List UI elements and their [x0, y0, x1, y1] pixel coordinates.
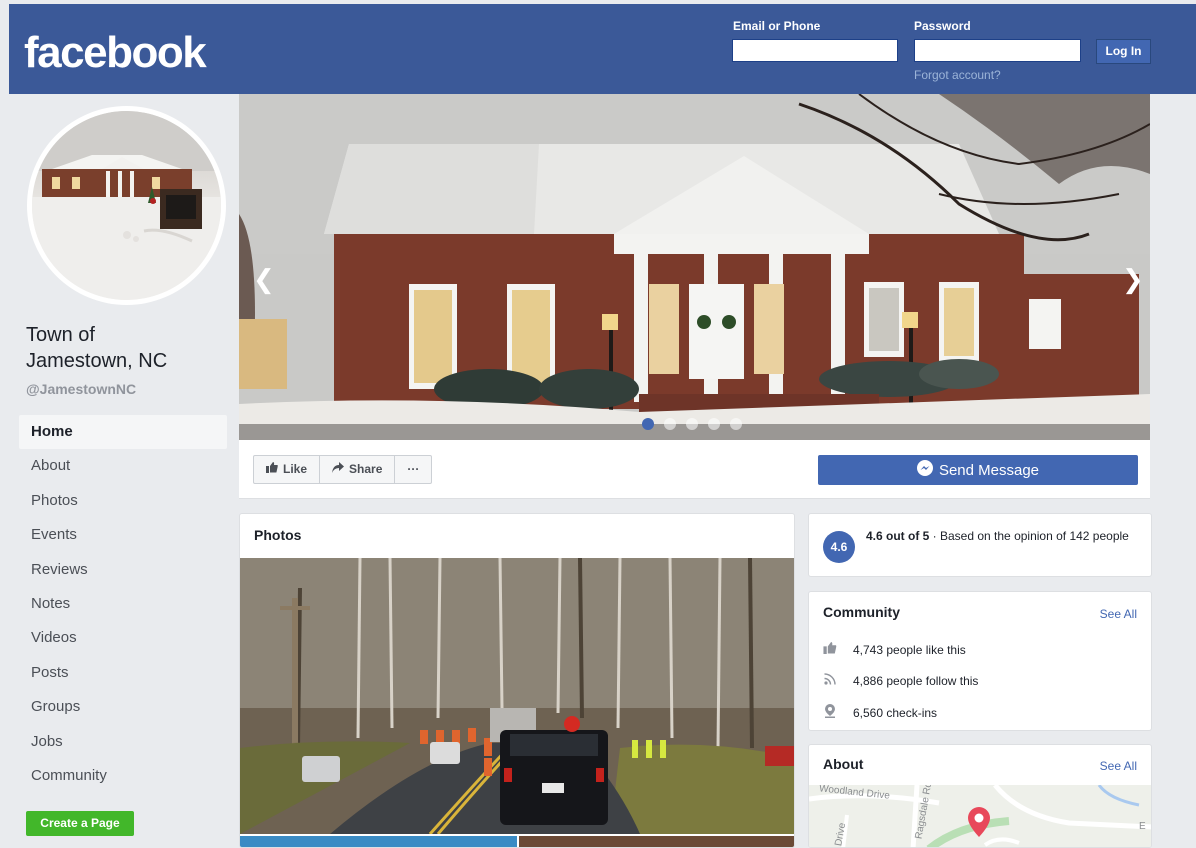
page-title: Town of Jamestown, NC: [26, 322, 167, 374]
rating-score-text: 4.6 out of 5: [866, 529, 930, 543]
cover-image: [239, 94, 1150, 440]
page-title-line1: Town of: [26, 324, 95, 346]
cover-pagination: [642, 418, 742, 430]
action-button-group: Like Share ···: [253, 455, 433, 484]
cover-dot[interactable]: [664, 418, 676, 430]
map-street-label: E: [1139, 821, 1146, 832]
community-title: Community: [823, 604, 900, 620]
map-pin-icon: [823, 704, 837, 721]
community-card: Community See All 4,743 people like this…: [808, 591, 1152, 731]
photo-thumbnail[interactable]: [519, 836, 794, 847]
location-map[interactable]: Woodland Drive Ragsdale Rd Drive E: [809, 785, 1151, 847]
email-label: Email or Phone: [733, 19, 821, 33]
page-handle[interactable]: @JamestownNC: [26, 381, 136, 397]
profile-picture[interactable]: [27, 106, 226, 305]
checkins-count-text: 6,560 check-ins: [853, 705, 938, 720]
share-label: Share: [349, 462, 383, 476]
password-field[interactable]: [914, 39, 1081, 62]
road-photo: [240, 558, 794, 834]
photo-thumbnail[interactable]: [240, 558, 794, 834]
follows-count-text: 4,886 people follow this: [853, 673, 979, 688]
map-location-pin-icon[interactable]: [967, 807, 991, 842]
nav-item-notes[interactable]: Notes: [19, 587, 227, 621]
login-button[interactable]: Log In: [1096, 39, 1151, 64]
thumbs-up-icon: [266, 456, 278, 483]
nav-item-posts[interactable]: Posts: [19, 656, 227, 690]
nav-item-videos[interactable]: Videos: [19, 621, 227, 655]
community-checkins: 6,560 check-ins: [823, 704, 937, 721]
cover-dot[interactable]: [642, 418, 654, 430]
cover-next-arrow[interactable]: ❯: [1122, 264, 1144, 295]
send-message-label: Send Message: [938, 461, 1040, 479]
rating-badge: 4.6: [823, 531, 855, 563]
nav-item-community[interactable]: Community: [19, 759, 227, 793]
page-action-bar: Like Share ··· Send Message: [239, 440, 1150, 499]
photos-card: Photos: [239, 513, 795, 848]
more-options-button[interactable]: ···: [395, 456, 431, 483]
create-page-button[interactable]: Create a Page: [26, 811, 134, 836]
thumbs-up-icon: [823, 642, 837, 657]
rating-summary[interactable]: 4.6 out of 5 · Based on the opinion of 1…: [866, 528, 1136, 545]
rss-feed-icon: [823, 673, 837, 688]
about-see-all-link[interactable]: See All: [1100, 759, 1137, 773]
rating-basis-text: · Based on the opinion of 142 people: [929, 529, 1129, 543]
like-label: Like: [283, 462, 308, 476]
likes-count-text: 4,743 people like this: [853, 642, 966, 657]
about-card: About See All Woodland Drive Ragsdale Rd…: [808, 744, 1152, 848]
top-bar: facebook Email or Phone Password Log In …: [9, 4, 1196, 94]
share-button[interactable]: Share: [320, 456, 396, 483]
nav-item-reviews[interactable]: Reviews: [19, 553, 227, 587]
share-arrow-icon: [332, 456, 345, 483]
cover-dot[interactable]: [686, 418, 698, 430]
town-hall-thumbnail: [32, 111, 221, 300]
messenger-icon: [916, 460, 933, 480]
cover-prev-arrow[interactable]: ❮: [253, 264, 275, 295]
nav-item-jobs[interactable]: Jobs: [19, 725, 227, 759]
nav-item-photos[interactable]: Photos: [19, 484, 227, 518]
community-likes: 4,743 people like this: [823, 642, 966, 657]
nav-item-groups[interactable]: Groups: [19, 690, 227, 724]
photo-thumbnail[interactable]: [240, 836, 517, 847]
facebook-logo[interactable]: facebook: [24, 28, 207, 78]
community-follows: 4,886 people follow this: [823, 673, 978, 688]
page-title-line2: Jamestown, NC: [26, 350, 168, 372]
email-field[interactable]: [732, 39, 898, 62]
nav-item-about[interactable]: About: [19, 449, 227, 483]
about-title: About: [823, 756, 864, 772]
photos-title[interactable]: Photos: [254, 527, 301, 543]
password-label: Password: [914, 19, 971, 33]
cover-dot[interactable]: [730, 418, 742, 430]
send-message-button[interactable]: Send Message: [818, 455, 1138, 485]
like-button[interactable]: Like: [254, 456, 321, 483]
page-nav: Home About Photos Events Reviews Notes V…: [19, 415, 227, 793]
community-see-all-link[interactable]: See All: [1100, 607, 1137, 621]
cover-photo[interactable]: ❮ ❯: [239, 94, 1150, 440]
nav-item-events[interactable]: Events: [19, 518, 227, 552]
forgot-account-link[interactable]: Forgot account?: [914, 68, 1001, 82]
rating-card: 4.6 4.6 out of 5 · Based on the opinion …: [808, 513, 1152, 577]
nav-item-home[interactable]: Home: [19, 415, 227, 450]
cover-dot[interactable]: [708, 418, 720, 430]
